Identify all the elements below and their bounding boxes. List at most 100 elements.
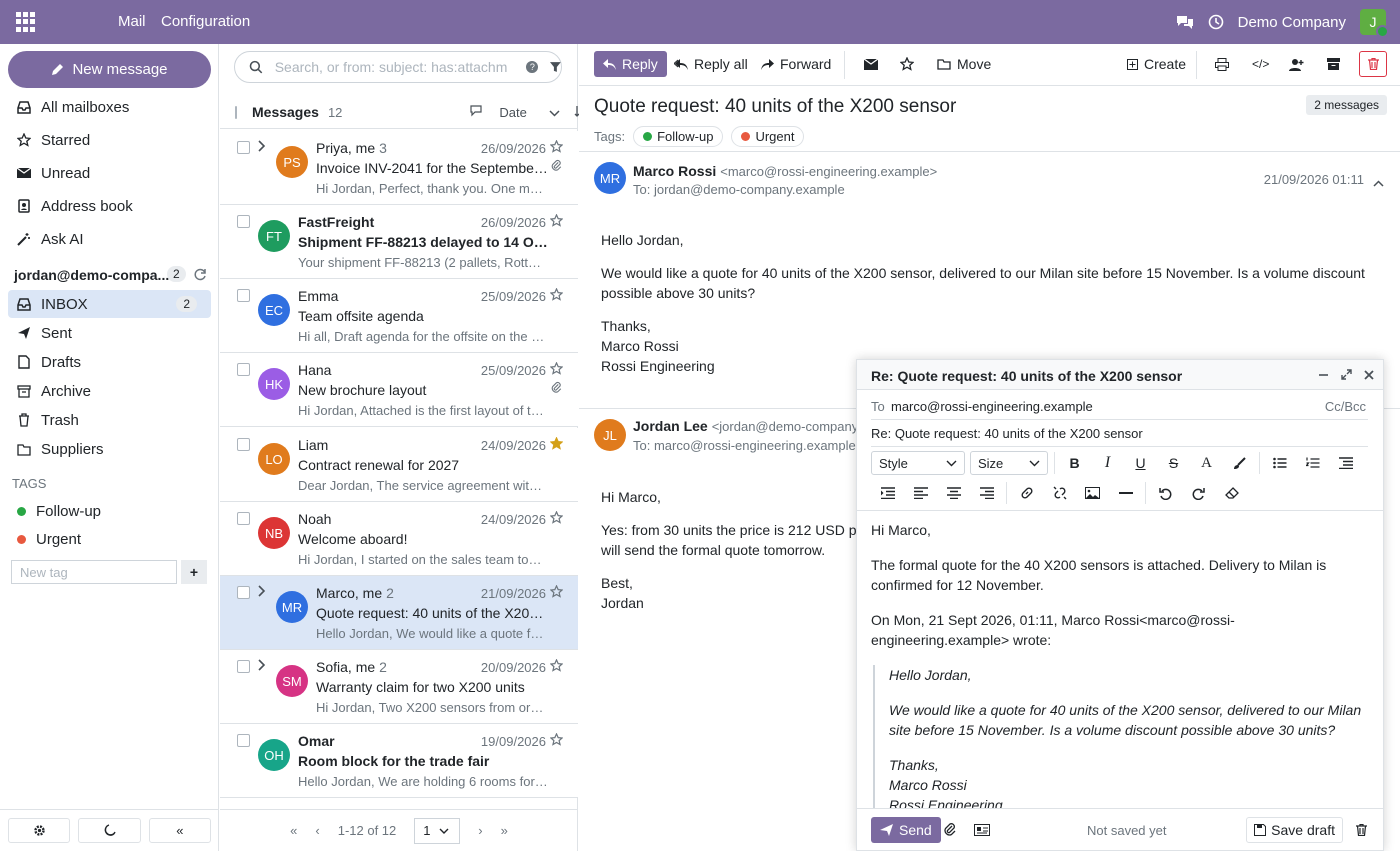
row-checkbox[interactable] [237,734,250,747]
create-button[interactable]: Create [1127,51,1186,77]
chevron-down-icon[interactable] [549,104,560,120]
user-avatar[interactable]: J [1360,9,1389,38]
star-icon[interactable] [549,658,564,675]
expand-thread-icon[interactable] [258,140,266,155]
mark-unread-button[interactable] [864,51,878,77]
paperclip-icon[interactable] [944,822,956,839]
message-row[interactable]: OH Omar 19/09/2026 Room block for the trade… [220,724,578,798]
star-icon[interactable] [549,584,564,601]
compose-body[interactable]: Hi Marco, The formal quote for the 40 X2… [871,520,1368,808]
star-icon[interactable] [549,213,564,230]
bold-button[interactable]: B [1058,451,1091,475]
link-button[interactable] [1010,481,1043,505]
star-icon[interactable] [549,287,564,304]
strikethrough-button[interactable]: S [1157,451,1190,475]
bullet-list-button[interactable] [1263,451,1296,475]
folder-sent[interactable]: Sent [8,319,211,347]
star-icon[interactable] [549,732,564,749]
tag-urgent[interactable]: Urgent [8,525,211,553]
folder-trash[interactable]: Trash [8,406,211,434]
row-checkbox[interactable] [237,289,250,302]
archive-button[interactable] [1327,51,1340,77]
move-button[interactable]: Move [937,51,991,77]
highlight-button[interactable] [1223,451,1256,475]
delete-button[interactable] [1359,51,1387,77]
nav-address-book[interactable]: Address book [8,192,211,220]
row-checkbox[interactable] [237,215,250,228]
add-contact-button[interactable] [1289,51,1304,77]
discard-icon[interactable] [1356,823,1367,839]
subject-field[interactable]: Re: Quote request: 40 units of the X200 … [871,421,1368,447]
nav-unread[interactable]: Unread [8,159,211,187]
checklist-button[interactable] [1329,451,1362,475]
row-checkbox[interactable] [237,438,250,451]
sender-name[interactable]: Marco Rossi [633,163,716,179]
first-page-button[interactable]: « [290,823,297,838]
close-icon[interactable] [1364,367,1374,383]
expand-thread-icon[interactable] [258,659,266,674]
star-button[interactable] [900,51,914,77]
save-draft-button[interactable]: Save draft [1246,817,1343,843]
row-checkbox[interactable] [237,363,250,376]
star-icon[interactable] [549,510,564,527]
new-tag-input[interactable]: New tag [11,560,177,584]
folder-archive[interactable]: Archive [8,377,211,405]
chevron-up-icon[interactable] [1373,174,1384,190]
apps-menu-icon[interactable] [16,12,36,32]
message-row[interactable]: HK Hana 25/09/2026 New brochure layout Hi Jo… [220,353,578,427]
folder-inbox[interactable]: INBOX 2 [8,290,211,318]
refresh-icon[interactable] [194,268,207,284]
prev-page-button[interactable]: ‹ [315,823,319,838]
folder-suppliers[interactable]: Suppliers [8,435,211,463]
tag-pill-urgent[interactable]: Urgent [731,126,805,147]
align-right-button[interactable] [970,481,1003,505]
nav-all-mailboxes[interactable]: All mailboxes [8,93,211,121]
underline-button[interactable]: U [1124,451,1157,475]
last-page-button[interactable]: » [501,823,508,838]
message-row[interactable]: LO Liam 24/09/2026 Contract renewal for 202… [220,428,578,502]
next-page-button[interactable]: › [478,823,482,838]
row-checkbox[interactable] [237,141,250,154]
menu-mail[interactable]: Mail [118,13,146,30]
cc-bcc-toggle[interactable]: Cc/Bcc [1325,399,1366,414]
view-source-button[interactable]: </> [1252,51,1269,77]
page-select[interactable]: 1 [414,817,461,844]
numbered-list-button[interactable] [1296,451,1329,475]
size-dropdown[interactable]: Size [970,451,1048,475]
row-checkbox[interactable] [237,660,250,673]
style-dropdown[interactable]: Style [871,451,965,475]
star-icon[interactable] [549,436,564,453]
clock-icon[interactable] [1208,14,1224,30]
threads-icon[interactable] [470,104,484,120]
message-row[interactable]: EC Emma 25/09/2026 Team offsite agenda Hi al… [220,279,578,353]
undo-button[interactable] [1149,481,1182,505]
nav-ask-ai[interactable]: Ask AI [8,225,211,253]
star-icon[interactable] [549,139,564,156]
tag-pill-follow-up[interactable]: Follow-up [633,126,724,147]
search-input[interactable]: Search, or from: subject: has:attachm ? [234,51,562,83]
filter-icon[interactable] [550,61,561,73]
indent-button[interactable] [871,481,904,505]
dark-mode-button[interactable] [78,818,141,843]
message-row[interactable]: FT FastFreight 26/09/2026 Shipment FF-88213… [220,205,578,279]
clear-format-button[interactable] [1215,481,1248,505]
font-color-button[interactable]: A [1190,451,1223,475]
help-icon[interactable]: ? [526,61,539,73]
add-tag-button[interactable]: + [181,560,207,584]
row-checkbox[interactable] [237,512,250,525]
account-name[interactable]: jordan@demo-compa... [14,267,169,283]
nav-starred[interactable]: Starred [8,126,211,154]
redo-button[interactable] [1182,481,1215,505]
align-left-button[interactable] [904,481,937,505]
template-icon[interactable] [974,823,990,839]
print-button[interactable] [1215,51,1229,77]
minimize-icon[interactable] [1318,367,1329,383]
message-row[interactable]: SM Sofia, me 2 20/09/2026 Warranty claim for… [220,650,578,724]
sort-field[interactable]: Date [499,105,526,120]
reply-button[interactable]: Reply [594,51,667,77]
sender-name[interactable]: Jordan Lee [633,418,708,434]
company-switcher[interactable]: Demo Company [1238,14,1346,31]
star-icon[interactable] [549,361,564,378]
send-button[interactable]: Send [871,817,941,843]
collapse-sidebar-button[interactable]: « [148,818,211,843]
